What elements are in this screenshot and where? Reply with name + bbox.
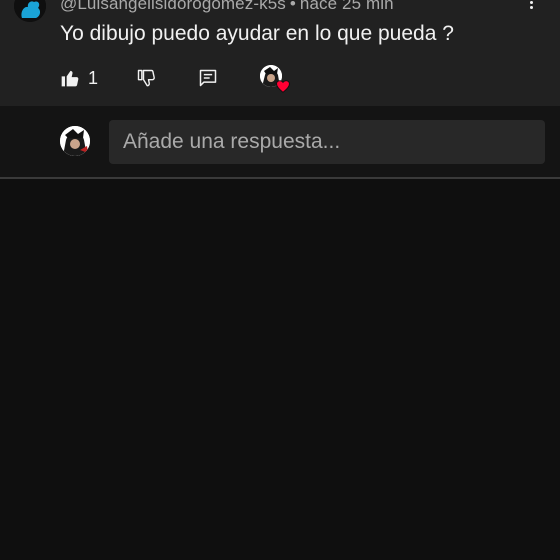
comment-actions: 1	[60, 65, 290, 93]
thumbs-down-icon	[137, 69, 155, 87]
thumbs-up-icon	[61, 70, 79, 87]
reply-button[interactable]	[198, 68, 218, 88]
commenter-avatar[interactable]	[14, 0, 46, 22]
commenter-avatar-image	[14, 0, 46, 22]
reply-input[interactable]	[109, 120, 545, 164]
like-count: 1	[88, 67, 99, 88]
more-options-icon[interactable]	[526, 0, 536, 16]
meta-separator: •	[289, 0, 296, 13]
comment-card: @Luisangelisidorogomez-k5s • hace 25 min Y…	[0, 0, 560, 106]
reply-comment-icon	[199, 69, 217, 87]
current-user-avatar-image	[60, 126, 90, 156]
current-user-avatar	[60, 126, 90, 156]
comment-text: Yo dibujo puedo ayudar en lo que pueda ?	[60, 22, 454, 45]
dislike-button[interactable]	[136, 68, 156, 88]
comment-author[interactable]: @Luisangelisidorogomez-k5s	[60, 0, 286, 13]
like-button[interactable]: 1	[60, 68, 98, 89]
comment-meta: @Luisangelisidorogomez-k5s • hace 25 min	[60, 0, 394, 14]
empty-replies-area	[0, 179, 560, 560]
heart-icon	[276, 80, 290, 93]
creator-heart-badge	[260, 65, 290, 93]
comment-time: hace 25 min	[299, 0, 394, 13]
